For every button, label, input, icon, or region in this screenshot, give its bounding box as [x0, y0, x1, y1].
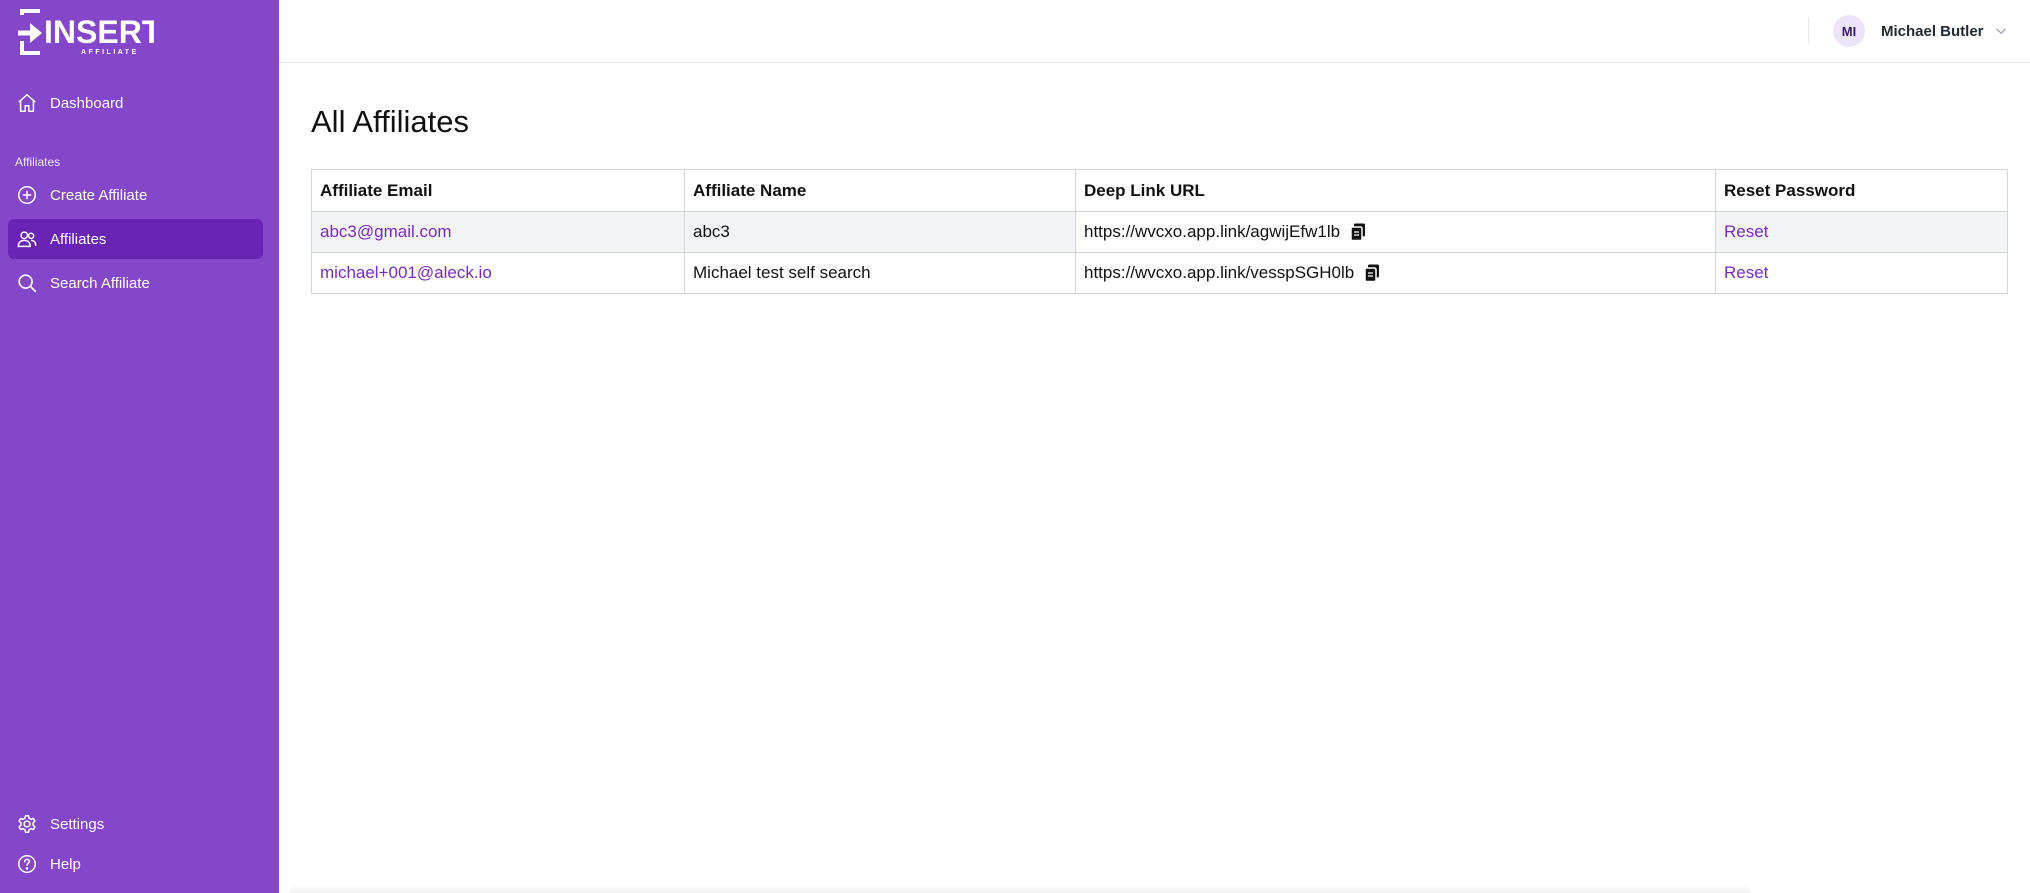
home-icon [15, 91, 39, 115]
insert-affiliate-logo[interactable]: INSERT AFFILIATE [18, 7, 154, 57]
name-cell: abc3 [684, 211, 1076, 253]
copy-icon[interactable] [1350, 223, 1366, 241]
reset-password-link[interactable]: Reset [1724, 263, 1768, 282]
email-cell: michael+001@aleck.io [311, 252, 685, 294]
deep-link-url: https://wvcxo.app.link/agwijEfw1lb [1084, 222, 1341, 241]
question-circle-icon [15, 852, 39, 876]
app-root: INSERT AFFILIATE Dashboard Affiliates Cr… [0, 0, 2030, 893]
sidebar-item-label: Search Affiliate [50, 274, 150, 292]
user-name[interactable]: Michael Butler [1881, 23, 1984, 40]
table-row: michael+001@aleck.io Michael test self s… [311, 252, 2008, 294]
reset-cell: Reset [1715, 252, 2008, 294]
header-divider [1808, 18, 1809, 44]
sidebar-item-create-affiliate[interactable]: Create Affiliate [8, 175, 263, 215]
top-header [279, 0, 2030, 63]
avatar[interactable]: MI [1833, 15, 1865, 47]
deep-link-cell: https://wvcxo.app.link/vesspSGH0lb [1075, 252, 1716, 294]
sidebar-item-settings[interactable]: Settings [8, 804, 263, 844]
svg-text:INSERT: INSERT [44, 14, 154, 50]
plus-circle-icon [15, 183, 39, 207]
reset-cell: Reset [1715, 211, 2008, 253]
bottom-scroll-shadow [290, 885, 1750, 893]
deep-link-cell: https://wvcxo.app.link/agwijEfw1lb [1075, 211, 1716, 253]
sidebar: INSERT AFFILIATE Dashboard Affiliates Cr… [0, 0, 279, 893]
table-row: abc3@gmail.com abc3 https://wvcxo.app.li… [311, 211, 2008, 253]
chevron-down-icon[interactable] [1994, 24, 2008, 38]
sidebar-item-label: Affiliates [50, 230, 107, 248]
user-menu[interactable]: MI Michael Butler [1833, 15, 2008, 47]
users-icon [15, 227, 39, 251]
affiliate-email-link[interactable]: michael+001@aleck.io [320, 263, 492, 282]
sidebar-item-label: Help [50, 855, 81, 873]
search-icon [15, 271, 39, 295]
column-header-email: Affiliate Email [311, 169, 685, 212]
sidebar-section-label: Affiliates [15, 155, 61, 169]
affiliates-table: Affiliate Email Affiliate Name Deep Link… [311, 169, 2008, 294]
table-header-row: Affiliate Email Affiliate Name Deep Link… [311, 169, 2008, 212]
sidebar-item-dashboard[interactable]: Dashboard [8, 83, 263, 123]
name-cell: Michael test self search [684, 252, 1076, 294]
sidebar-item-search-affiliate[interactable]: Search Affiliate [8, 263, 263, 303]
svg-text:AFFILIATE: AFFILIATE [81, 49, 139, 56]
sidebar-item-label: Dashboard [50, 94, 124, 112]
affiliate-email-link[interactable]: abc3@gmail.com [320, 222, 452, 241]
column-header-name: Affiliate Name [684, 169, 1076, 212]
column-header-deep-link: Deep Link URL [1075, 169, 1716, 212]
email-cell: abc3@gmail.com [311, 211, 685, 253]
reset-password-link[interactable]: Reset [1724, 222, 1768, 241]
deep-link-url: https://wvcxo.app.link/vesspSGH0lb [1084, 263, 1355, 282]
sidebar-item-label: Create Affiliate [50, 186, 148, 204]
sidebar-item-label: Settings [50, 815, 105, 833]
sidebar-item-help[interactable]: Help [8, 844, 263, 884]
copy-icon[interactable] [1364, 264, 1380, 282]
column-header-reset-password: Reset Password [1715, 169, 2008, 212]
page-title: All Affiliates [311, 104, 469, 139]
gear-icon [15, 812, 39, 836]
sidebar-item-affiliates[interactable]: Affiliates [8, 219, 263, 259]
